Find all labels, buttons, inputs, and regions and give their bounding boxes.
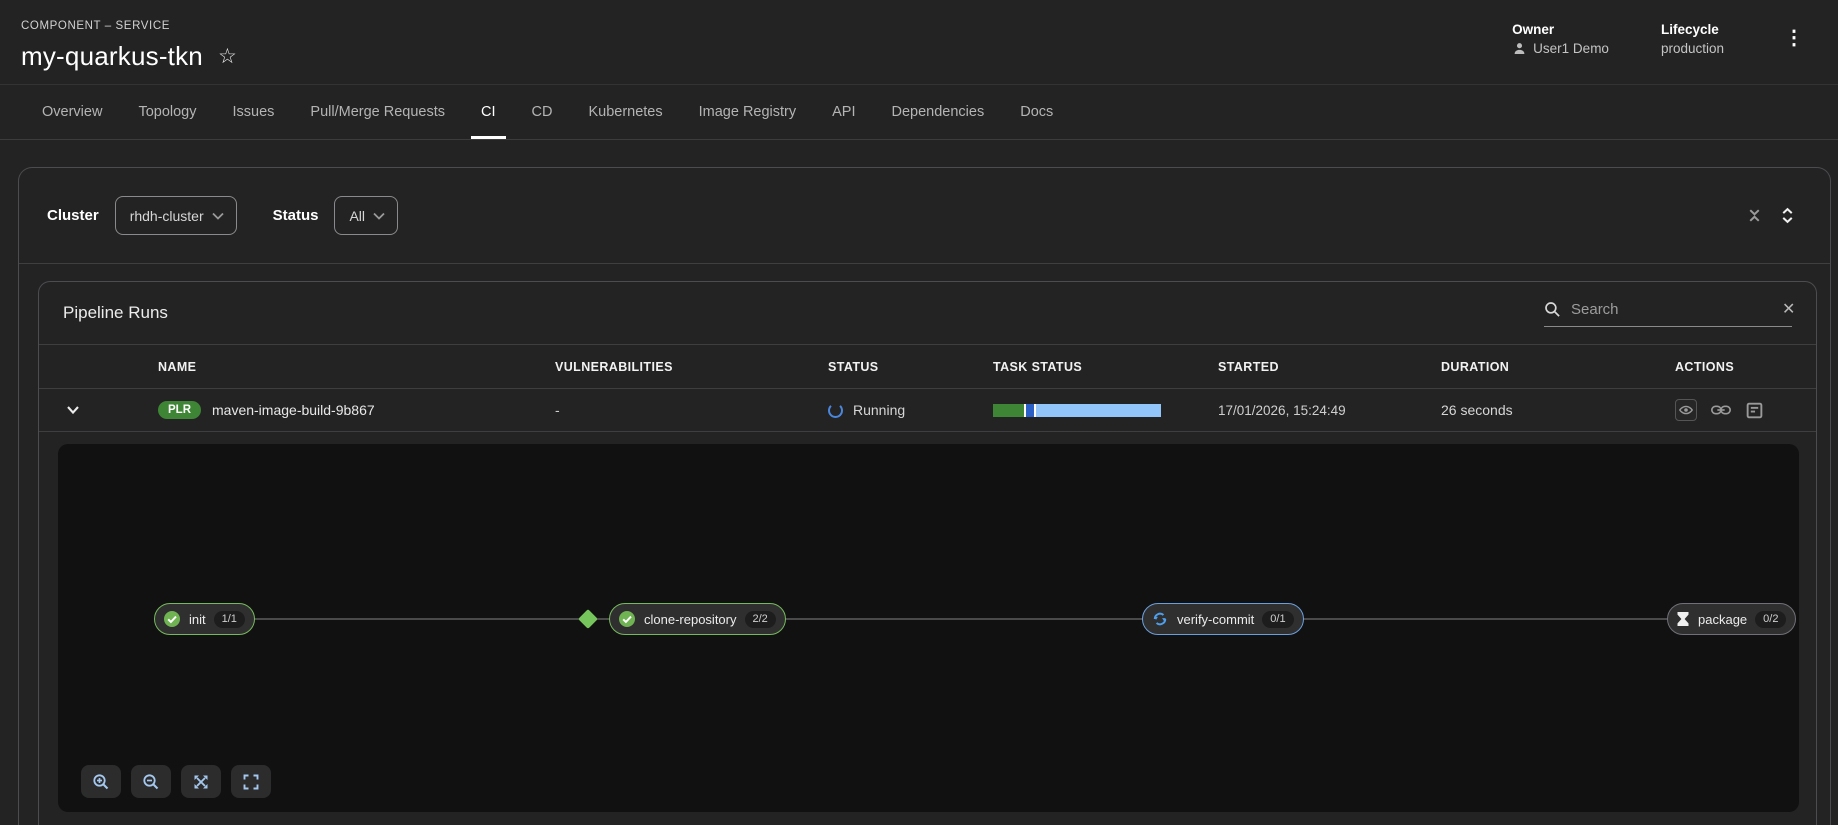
task-node-package[interactable]: package 0/2 [1667,603,1796,635]
entity-header: COMPONENT – SERVICE my-quarkus-tkn ☆ Own… [0,0,1838,85]
chevron-down-icon [212,212,224,220]
column-started: STARTED [1218,360,1441,374]
zoom-in-button[interactable] [81,765,121,798]
task-name: init [189,612,206,627]
cluster-select[interactable]: rhdh-cluster [115,196,237,235]
task-step-badge: 0/2 [1755,611,1786,628]
owner-value[interactable]: User1 Demo [1533,41,1609,56]
ci-card: Cluster rhdh-cluster Status All [18,167,1831,825]
row-expander-chevron-icon[interactable] [64,402,82,418]
graph-controls [81,765,271,798]
column-actions: ACTIONS [1675,360,1816,374]
running-spinner-icon [828,403,843,418]
search-input[interactable] [1571,301,1770,318]
task-name: package [1698,612,1747,627]
pipeline-graph[interactable]: init 1/1 clone-repository 2/2 [58,444,1799,812]
task-name: clone-repository [644,612,737,627]
lifecycle-label: Lifecycle [1661,22,1724,37]
tab-pull-merge-requests[interactable]: Pull/Merge Requests [300,85,455,139]
filter-row: Cluster rhdh-cluster Status All [19,168,1830,264]
task-node-clone-repository[interactable]: clone-repository 2/2 [609,603,786,635]
expand-all-icon[interactable] [1773,201,1802,230]
reset-view-button[interactable] [231,765,271,798]
pipeline-runs-title: Pipeline Runs [63,303,168,323]
zoom-out-button[interactable] [131,765,171,798]
tab-bar: Overview Topology Issues Pull/Merge Requ… [0,85,1838,140]
status-value: Running [853,402,905,418]
duration-value: 26 seconds [1441,402,1675,418]
search-icon [1544,301,1561,318]
column-name: NAME [158,360,555,374]
favorite-star-icon[interactable]: ☆ [218,46,237,67]
hourglass-pending-icon [1676,611,1690,627]
status-select[interactable]: All [334,196,398,235]
tab-topology[interactable]: Topology [128,85,206,139]
tab-cd[interactable]: CD [522,85,563,139]
task-node-verify-commit[interactable]: verify-commit 0/1 [1142,603,1304,635]
task-name: verify-commit [1177,612,1254,627]
page-title: my-quarkus-tkn [21,41,203,72]
tab-ci[interactable]: CI [471,85,506,139]
column-duration: DURATION [1441,360,1675,374]
link-icon[interactable] [1710,401,1732,419]
status-select-value: All [349,208,365,224]
fit-to-screen-button[interactable] [181,765,221,798]
column-task-status: TASK STATUS [993,360,1218,374]
tab-issues[interactable]: Issues [222,85,284,139]
column-status: STATUS [828,360,993,374]
tab-dependencies[interactable]: Dependencies [882,85,995,139]
table-row: PLR maven-image-build-9b867 - Running 17… [39,389,1816,432]
breadcrumb: COMPONENT – SERVICE [21,20,237,32]
task-step-badge: 2/2 [745,611,776,628]
started-value: 17/01/2026, 15:24:49 [1218,403,1441,418]
cluster-label: Cluster [47,207,99,224]
tab-kubernetes[interactable]: Kubernetes [578,85,672,139]
check-circle-icon [163,610,181,628]
lifecycle-block: Lifecycle production [1661,22,1724,56]
person-icon [1512,41,1527,56]
task-node-init[interactable]: init 1/1 [154,603,255,635]
task-step-badge: 0/1 [1262,611,1293,628]
clear-search-icon[interactable]: ✕ [1780,299,1797,319]
search-box: ✕ [1544,299,1792,327]
main-content: Cluster rhdh-cluster Status All [0,140,1838,825]
table-header: NAME VULNERABILITIES STATUS TASK STATUS … [39,344,1816,389]
entity-header-left: COMPONENT – SERVICE my-quarkus-tkn ☆ [21,14,237,72]
pipeline-edge [205,618,1733,620]
status-label: Status [273,207,319,224]
view-logs-icon[interactable] [1745,401,1764,420]
lifecycle-value: production [1661,41,1724,56]
vulnerabilities-value: - [555,402,828,418]
task-status-bar [993,404,1161,417]
owner-label: Owner [1512,22,1609,37]
when-expression-diamond-icon [578,609,598,629]
view-output-eye-icon[interactable] [1675,399,1697,421]
cluster-select-value: rhdh-cluster [130,208,204,224]
pipeline-run-name[interactable]: maven-image-build-9b867 [212,402,375,418]
entity-header-right: Owner User1 Demo Lifecycle production ⋮ [1512,14,1812,56]
tab-docs[interactable]: Docs [1010,85,1063,139]
kebab-menu-icon[interactable]: ⋮ [1776,24,1812,52]
owner-block: Owner User1 Demo [1512,22,1609,56]
tab-overview[interactable]: Overview [32,85,112,139]
collapse-all-icon[interactable] [1740,201,1769,230]
tab-image-registry[interactable]: Image Registry [689,85,807,139]
sync-running-icon [1151,610,1169,628]
task-step-badge: 1/1 [214,611,245,628]
column-vulnerabilities: VULNERABILITIES [555,360,828,374]
plr-badge: PLR [158,401,201,419]
pipeline-runs-card: Pipeline Runs ✕ NAME VULNERABILITIES STA… [38,281,1817,825]
tab-api[interactable]: API [822,85,865,139]
check-circle-icon [618,610,636,628]
chevron-down-icon [373,212,385,220]
